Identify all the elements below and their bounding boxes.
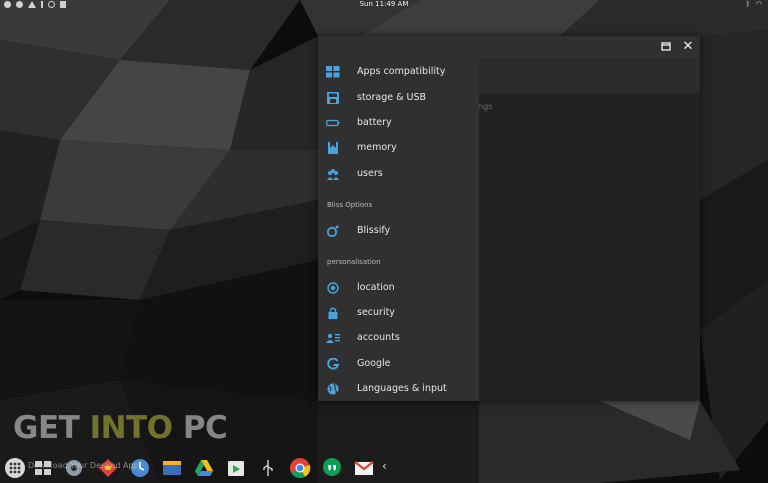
drawer-item-blissify[interactable]: Blissify: [318, 219, 479, 243]
collapse-arrow-icon[interactable]: ‹: [382, 459, 404, 481]
gmail-icon[interactable]: [353, 457, 375, 479]
accounts-icon: [326, 333, 340, 343]
close-icon[interactable]: ✕: [680, 39, 696, 55]
drawer-item-apps-compatibility[interactable]: Apps compatibility: [318, 60, 479, 84]
memory-icon: [328, 142, 338, 154]
wifi-icon: ◠: [755, 0, 762, 8]
drawer-item-label: Languages & input: [357, 383, 447, 394]
usb-icon[interactable]: [257, 457, 279, 479]
bluetooth-icon: ᛒ: [745, 0, 750, 8]
maximize-icon[interactable]: [658, 39, 674, 55]
users-icon: [327, 169, 339, 180]
drawer-item-label: Apps compatibility: [357, 66, 446, 77]
system-icons: ᛒ ◠: [746, 0, 762, 9]
status-clock: Sun 11:49 AM: [359, 0, 409, 8]
drawer-item-google[interactable]: Google: [318, 352, 479, 376]
drawer-item-label: battery: [357, 117, 392, 128]
obscured-settings-text: ngs: [478, 102, 493, 111]
drawer-item-label: Blissify: [357, 225, 391, 236]
section-header-personalisation: personalisation: [327, 258, 381, 266]
drawer-item-battery[interactable]: battery: [318, 111, 479, 135]
drawer-item-label: security: [357, 307, 395, 318]
drawer-item-storage[interactable]: storage & USB: [318, 86, 479, 110]
drawer-item-memory[interactable]: memory: [318, 136, 479, 160]
blissify-icon: [326, 225, 339, 237]
app-drawer-icon[interactable]: [4, 457, 26, 479]
play-store-icon[interactable]: [225, 457, 247, 479]
drawer-item-users[interactable]: users: [318, 162, 479, 186]
drawer-item-label: Google: [357, 358, 391, 369]
navigation-drawer: Apps compatibility storage & USB battery…: [318, 58, 479, 401]
drawer-item-label: users: [357, 168, 383, 179]
section-header-bliss-options: Bliss Options: [327, 201, 373, 209]
battery-icon: [326, 119, 340, 127]
apps-grid-icon: [326, 66, 340, 78]
drawer-item-label: memory: [357, 142, 397, 153]
globe-icon: [327, 383, 339, 395]
settings-app-bar: [478, 58, 700, 93]
google-icon: [327, 358, 340, 370]
drawer-item-security[interactable]: security: [318, 301, 479, 325]
drawer-item-label: location: [357, 282, 395, 293]
drawer-item-label: storage & USB: [357, 92, 427, 103]
watermark-logo: GET INTO PC: [13, 410, 228, 446]
watermark-accent: INTO: [89, 410, 173, 446]
drive-icon[interactable]: [193, 457, 215, 479]
taskbar-search-hint: Download Your Desired App: [28, 461, 139, 470]
files-icon[interactable]: [161, 457, 183, 479]
drawer-item-location[interactable]: location: [318, 276, 479, 300]
drawer-item-languages[interactable]: Languages & input: [318, 377, 479, 401]
drawer-item-label: accounts: [357, 332, 400, 343]
status-bar: Sun 11:49 AM ᛒ ◠: [0, 0, 768, 9]
chrome-icon[interactable]: [289, 457, 311, 479]
watermark-part: PC: [172, 410, 228, 446]
window-titlebar: ✕: [318, 36, 700, 58]
lock-icon: [328, 307, 338, 319]
hangouts-icon[interactable]: [321, 457, 343, 479]
drawer-item-accounts[interactable]: accounts: [318, 326, 479, 350]
location-icon: [327, 282, 339, 294]
watermark-part: GET: [13, 410, 90, 446]
storage-icon: [327, 92, 339, 104]
